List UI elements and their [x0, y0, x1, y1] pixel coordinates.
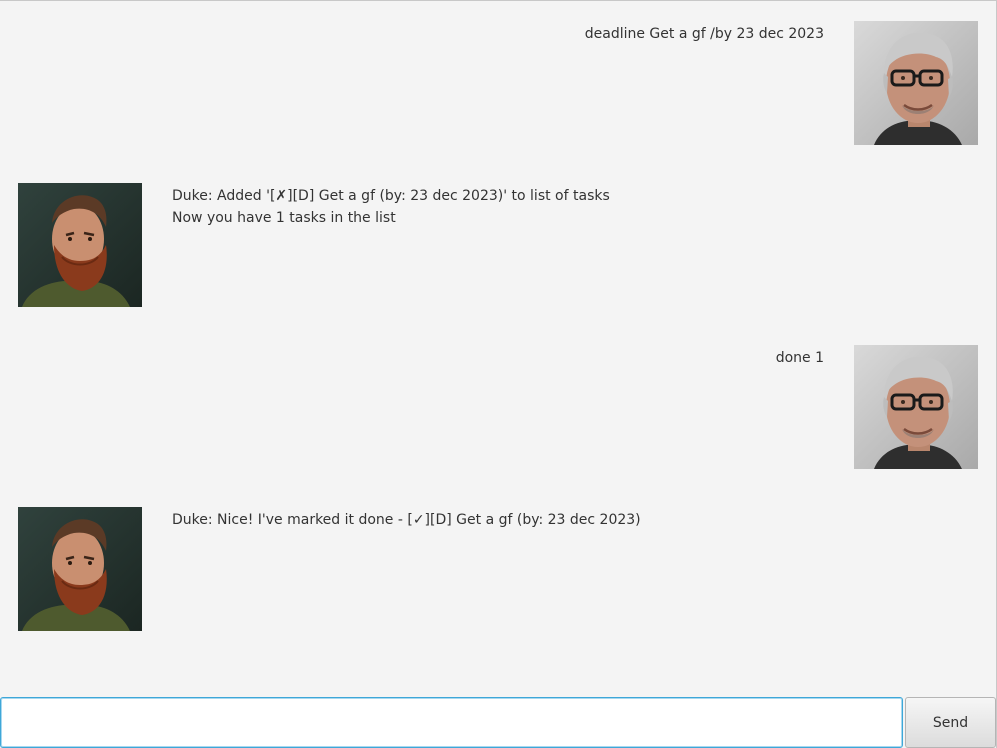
user-message-text: done 1 — [775, 350, 824, 366]
input-bar: Send — [0, 697, 996, 748]
dialog-row-user: deadline Get a gf /by 23 dec 2023 — [0, 21, 996, 145]
user-avatar — [854, 21, 978, 145]
dialog-row-duke: Duke: Nice! I've marked it done - [✓][D]… — [0, 507, 996, 631]
duke-avatar — [18, 183, 142, 307]
duke-avatar — [18, 507, 142, 631]
duke-message-text: Duke: Nice! I've marked it done - [✓][D]… — [172, 512, 641, 528]
duke-message-text: Duke: Added '[✗][D] Get a gf (by: 23 dec… — [172, 188, 610, 226]
dialog-row-user: done 1 — [0, 345, 996, 469]
send-button[interactable]: Send — [905, 697, 996, 748]
dialog-scroll-area[interactable]: deadline Get a gf /by 23 dec 2023 Duke: … — [0, 1, 996, 697]
dialog-row-duke: Duke: Added '[✗][D] Get a gf (by: 23 dec… — [0, 183, 996, 307]
message-input[interactable] — [0, 697, 903, 748]
user-avatar — [854, 345, 978, 469]
chat-window: deadline Get a gf /by 23 dec 2023 Duke: … — [0, 0, 997, 748]
user-message-text: deadline Get a gf /by 23 dec 2023 — [584, 26, 824, 42]
